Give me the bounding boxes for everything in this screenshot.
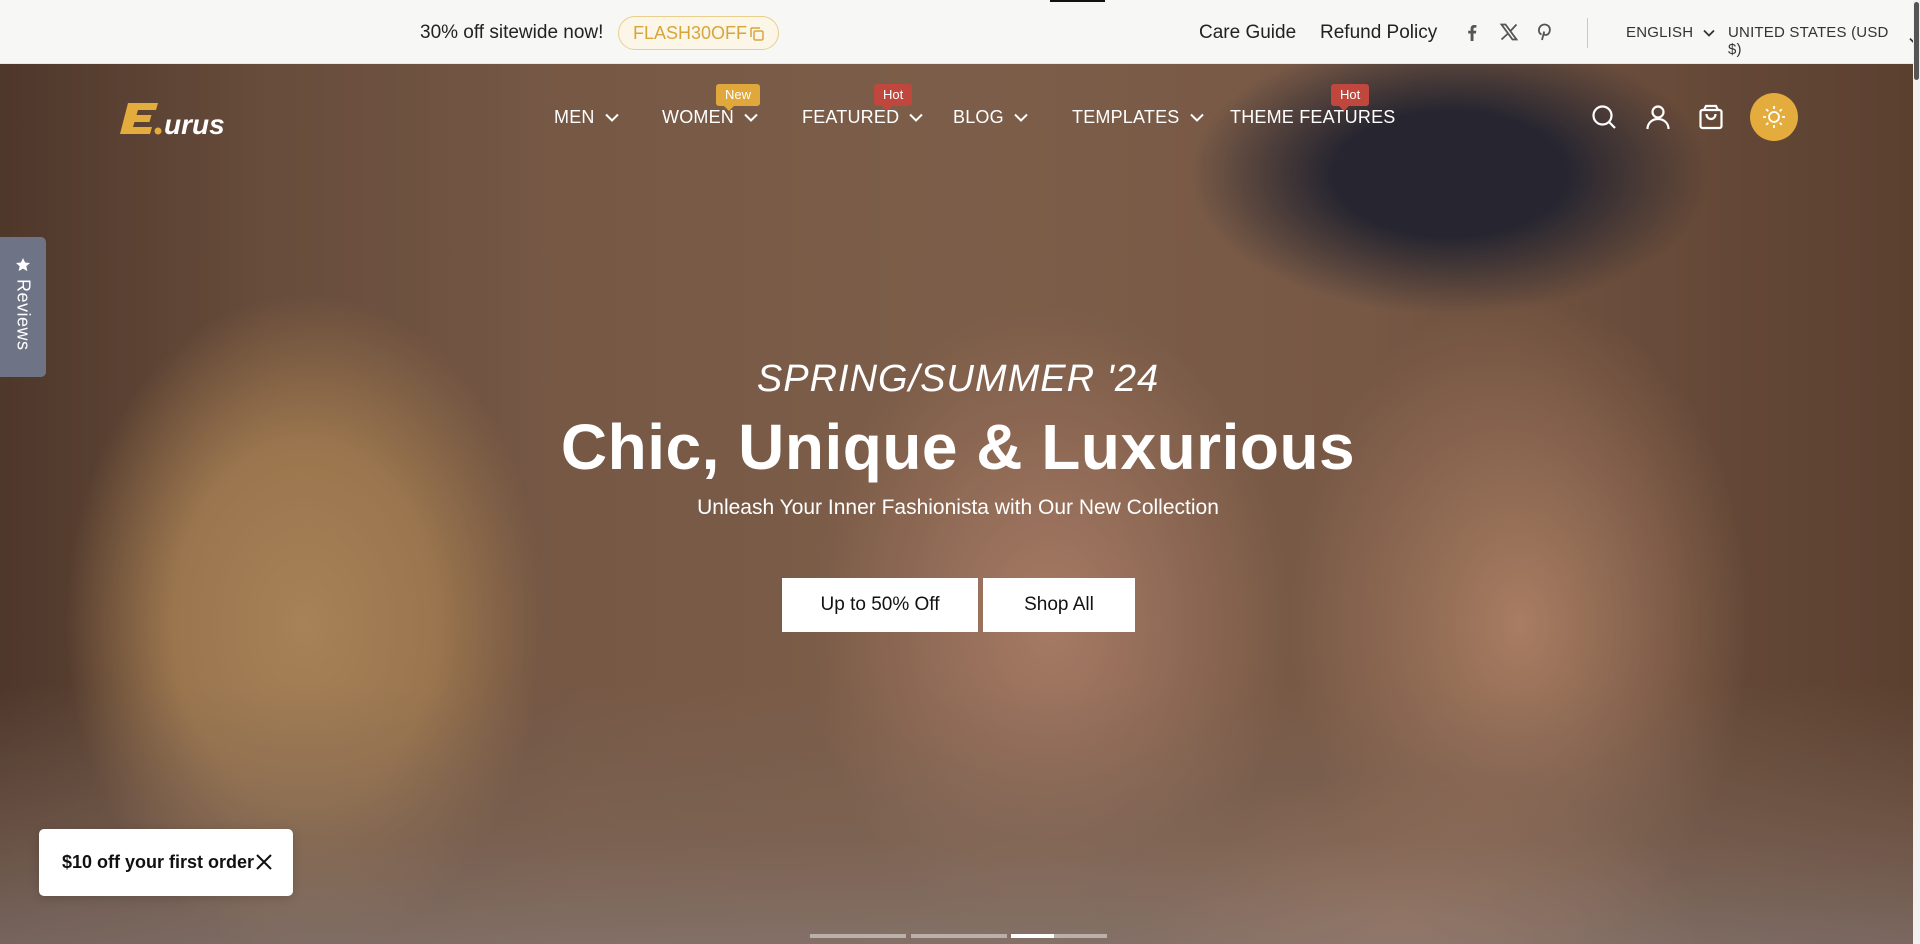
search-icon[interactable] xyxy=(1590,103,1618,131)
refund-policy-link[interactable]: Refund Policy xyxy=(1320,22,1437,44)
site-logo[interactable]: urus xyxy=(118,100,278,140)
language-selector[interactable]: ENGLISH xyxy=(1626,24,1715,41)
copy-icon xyxy=(750,27,764,41)
care-guide-link[interactable]: Care Guide xyxy=(1199,22,1296,44)
slide-dot-3[interactable] xyxy=(1011,934,1107,938)
cart-icon[interactable] xyxy=(1697,103,1725,131)
top-indicator-line xyxy=(1050,0,1105,2)
announcement-bar: 30% off sitewide now! FLASH30OFF Care Gu… xyxy=(0,0,1920,64)
nav-women[interactable]: WOMEN xyxy=(662,107,758,128)
nav-theme-features[interactable]: THEME FEATURES xyxy=(1230,107,1395,128)
currency-label: UNITED STATES (USD $) xyxy=(1728,24,1889,58)
reviews-tab-label: Reviews xyxy=(13,279,34,351)
nav-badge-hot: Hot xyxy=(1331,84,1370,111)
nav-men[interactable]: MEN xyxy=(554,107,619,128)
slide-progress-fill xyxy=(1011,934,1055,938)
nav-theme-features-label: THEME FEATURES xyxy=(1230,107,1396,127)
shop-all-button[interactable]: Shop All xyxy=(983,578,1135,632)
nav-badge-hot: Hot xyxy=(874,84,913,111)
nav-featured[interactable]: FEATURED xyxy=(802,107,923,128)
promo-code-label: FLASH30OFF xyxy=(633,22,748,43)
slide-dot-1[interactable] xyxy=(810,934,906,938)
x-twitter-icon[interactable] xyxy=(1498,21,1520,43)
chevron-down-icon xyxy=(744,113,758,122)
theme-toggle-button[interactable] xyxy=(1750,93,1798,141)
language-label: ENGLISH xyxy=(1626,24,1694,41)
nav-badge-new: New xyxy=(716,84,761,111)
star-icon xyxy=(16,258,30,272)
slide-dot-2[interactable] xyxy=(911,934,1007,938)
discount-popup-text: $10 off your first order xyxy=(62,852,255,872)
chevron-down-icon xyxy=(604,113,619,122)
sun-icon xyxy=(1763,106,1785,128)
currency-selector[interactable]: UNITED STATES (USD $) xyxy=(1728,24,1920,58)
pinterest-icon[interactable] xyxy=(1533,21,1555,43)
nav-templates[interactable]: TEMPLATES xyxy=(1072,107,1204,128)
chevron-down-icon xyxy=(1189,113,1204,122)
chevron-down-icon xyxy=(1703,29,1715,37)
chevron-down-icon xyxy=(1014,113,1028,122)
sale-button[interactable]: Up to 50% Off xyxy=(782,578,978,632)
scrollbar-thumb[interactable] xyxy=(1914,2,1919,80)
hero-headline: Chic, Unique & Luxurious xyxy=(560,411,1356,483)
hero-subline: Unleash Your Inner Fashionista with Our … xyxy=(697,496,1219,519)
reviews-tab[interactable]: Reviews xyxy=(0,237,46,377)
close-icon[interactable] xyxy=(255,853,273,871)
logo-wordmark: urus xyxy=(164,109,225,140)
nav-templates-label: TEMPLATES xyxy=(1072,107,1180,127)
promo-code-button[interactable]: FLASH30OFF xyxy=(618,16,779,50)
account-icon[interactable] xyxy=(1644,103,1672,131)
nav-blog[interactable]: BLOG xyxy=(953,107,1028,128)
chevron-down-icon xyxy=(909,113,923,122)
page-scrollbar[interactable] xyxy=(1913,0,1920,944)
topbar-divider xyxy=(1587,18,1588,48)
nav-men-label: MEN xyxy=(554,107,595,127)
discount-popup[interactable]: $10 off your first order xyxy=(39,829,293,896)
hero-eyebrow: SPRING/SUMMER '24 xyxy=(756,358,1160,400)
facebook-icon[interactable] xyxy=(1461,21,1483,43)
promo-text: 30% off sitewide now! xyxy=(420,22,604,43)
nav-blog-label: BLOG xyxy=(953,107,1004,127)
